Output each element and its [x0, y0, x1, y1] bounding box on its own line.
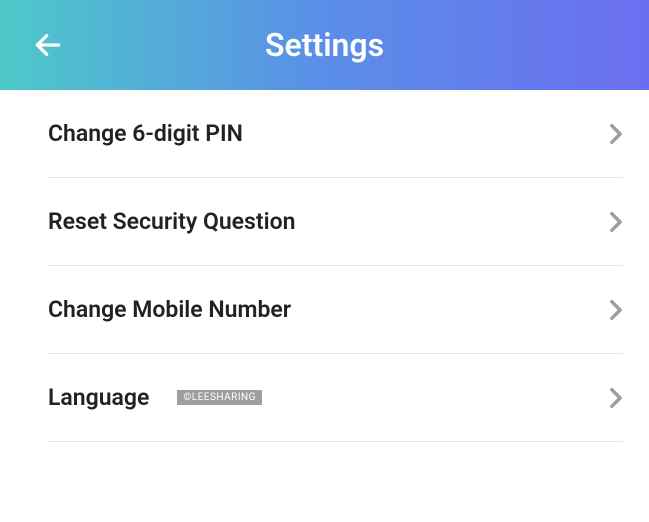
change-mobile-number-row[interactable]: Change Mobile Number: [48, 266, 623, 354]
reset-security-question-row[interactable]: Reset Security Question: [48, 178, 623, 266]
chevron-right-icon: [609, 299, 623, 321]
back-arrow-icon: [32, 29, 64, 61]
language-row[interactable]: Language ©LEESHARING: [48, 354, 623, 442]
change-pin-row[interactable]: Change 6-digit PIN: [48, 90, 623, 178]
chevron-right-icon: [609, 387, 623, 409]
row-label: Language ©LEESHARING: [48, 384, 262, 411]
row-label: Change Mobile Number: [48, 296, 291, 323]
chevron-right-icon: [609, 123, 623, 145]
row-label: Change 6-digit PIN: [48, 120, 243, 147]
page-title: Settings: [265, 26, 384, 64]
header: Settings: [0, 0, 649, 90]
watermark-badge: ©LEESHARING: [177, 390, 262, 405]
chevron-right-icon: [609, 211, 623, 233]
settings-list: Change 6-digit PIN Reset Security Questi…: [0, 90, 649, 442]
back-button[interactable]: [26, 23, 70, 67]
language-label-text: Language: [48, 384, 149, 411]
row-label: Reset Security Question: [48, 208, 295, 235]
